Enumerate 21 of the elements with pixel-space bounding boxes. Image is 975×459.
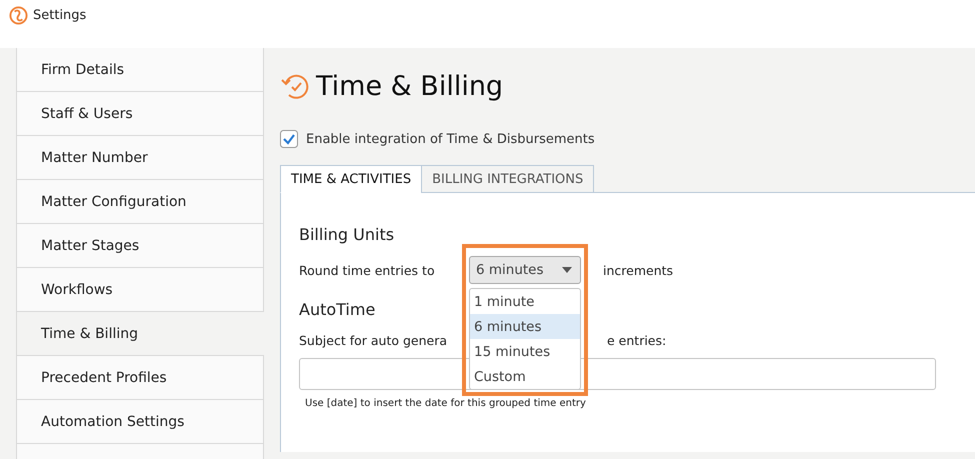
dropdown-option[interactable]: 1 minute [470, 289, 580, 314]
dropdown-option[interactable]: 15 minutes [470, 339, 580, 364]
checkbox-label: Enable integration of Time & Disbursements [306, 132, 595, 146]
window-title: Settings [33, 7, 86, 25]
dropdown-option[interactable]: Custom [470, 364, 580, 389]
tab[interactable]: BILLING INTEGRATIONS [421, 165, 594, 193]
field-label: Subject for auto genera [299, 333, 448, 348]
section-heading: Billing Units [299, 225, 394, 244]
section-heading: AutoTime [299, 300, 376, 319]
field-label: e entries: [607, 333, 666, 348]
field-label: Round time entries to [299, 262, 436, 278]
page-title: Time & Billing [316, 70, 504, 102]
tab[interactable]: TIME & ACTIVITIES [280, 165, 422, 193]
app-logo-icon [9, 6, 28, 25]
sidebar-item[interactable]: Time & Billing [17, 312, 264, 356]
dropdown[interactable]: 6 minutes [469, 256, 581, 284]
caret-icon [562, 267, 572, 273]
field-label: increments [603, 262, 674, 278]
hint-text: Use [date] to insert the date for this grouped time entry [305, 398, 587, 409]
checkbox[interactable] [280, 130, 298, 148]
dropdown-option[interactable]: 6 minutes [470, 314, 580, 339]
